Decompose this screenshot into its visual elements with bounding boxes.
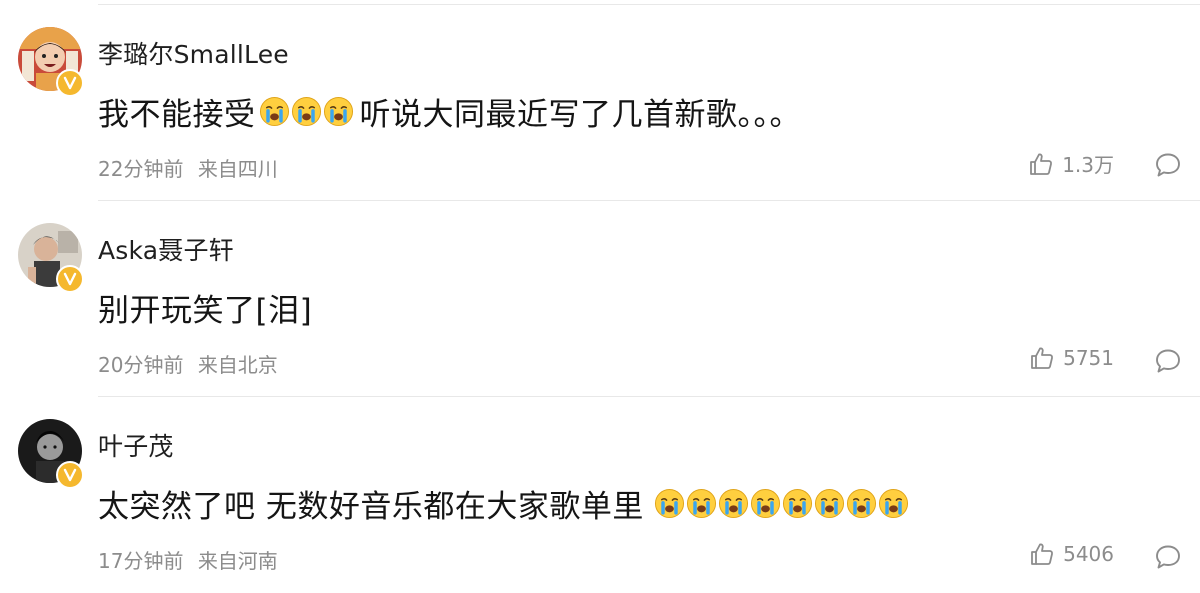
comment-bubble-icon[interactable]: [1154, 151, 1182, 179]
crying-face-icon: [718, 488, 749, 519]
crying-face-icon: [686, 488, 717, 519]
like-button[interactable]: 5406: [1029, 541, 1114, 567]
username[interactable]: Aska聂子轩: [98, 231, 234, 267]
comment-text-part: 太突然了吧 无数好音乐都在大家歌单里: [98, 488, 644, 525]
thumbs-up-icon: [1029, 345, 1055, 371]
comment-text: 别开玩笑了[泪]: [98, 283, 312, 331]
comment-meta: 20分钟前 来自北京: [98, 349, 278, 378]
comment-location: 来自河南: [197, 549, 278, 573]
comment-text: 太突然了吧 无数好音乐都在大家歌单里: [98, 479, 915, 527]
comment-time: 20分钟前: [98, 353, 184, 377]
verified-v-icon: [56, 461, 84, 489]
crying-face-icon: [291, 96, 322, 127]
comment-text-part: 我不能接受: [98, 96, 256, 133]
comment-time: 17分钟前: [98, 549, 184, 573]
comment-item: 叶子茂 太突然了吧 无数好音乐都在大家歌单里 17分钟前 来自河南 5406: [0, 397, 1200, 593]
emoji-group: [654, 488, 909, 519]
crying-face-icon: [323, 96, 354, 127]
emoji-group: [259, 96, 354, 127]
verified-v-icon: [56, 265, 84, 293]
comment-location: 来自四川: [197, 157, 278, 181]
comment-meta: 17分钟前 来自河南: [98, 545, 278, 574]
comment-text-part: 别开玩笑了[泪]: [98, 292, 313, 329]
crying-face-icon: [782, 488, 813, 519]
comment-text-part: 听说大同最近写了几首新歌。。。: [359, 96, 801, 133]
like-count: 5406: [1063, 542, 1114, 566]
comment-item: 李璐尔SmallLee 我不能接受 听说大同最近写了几首新歌。。。 22分钟前 …: [0, 5, 1200, 201]
like-button[interactable]: 5751: [1029, 345, 1114, 371]
thumbs-up-icon: [1029, 541, 1055, 567]
crying-face-icon: [878, 488, 909, 519]
like-count: 5751: [1063, 346, 1114, 370]
crying-face-icon: [814, 488, 845, 519]
crying-face-icon: [846, 488, 877, 519]
username[interactable]: 叶子茂: [98, 427, 174, 463]
comment-item: Aska聂子轩 别开玩笑了[泪] 20分钟前 来自北京 5751: [0, 201, 1200, 397]
crying-face-icon: [750, 488, 781, 519]
like-button[interactable]: 1.3万: [1028, 149, 1114, 178]
comment-meta: 22分钟前 来自四川: [98, 153, 278, 182]
comment-bubble-icon[interactable]: [1154, 543, 1182, 571]
comment-text: 我不能接受 听说大同最近写了几首新歌。。。: [98, 87, 801, 135]
thumbs-up-icon: [1028, 151, 1054, 177]
comment-location: 来自北京: [197, 353, 278, 377]
crying-face-icon: [259, 96, 290, 127]
crying-face-icon: [654, 488, 685, 519]
comment-time: 22分钟前: [98, 157, 184, 181]
like-count: 1.3万: [1062, 153, 1114, 177]
verified-v-icon: [56, 69, 84, 97]
username[interactable]: 李璐尔SmallLee: [98, 35, 289, 71]
comment-bubble-icon[interactable]: [1154, 347, 1182, 375]
